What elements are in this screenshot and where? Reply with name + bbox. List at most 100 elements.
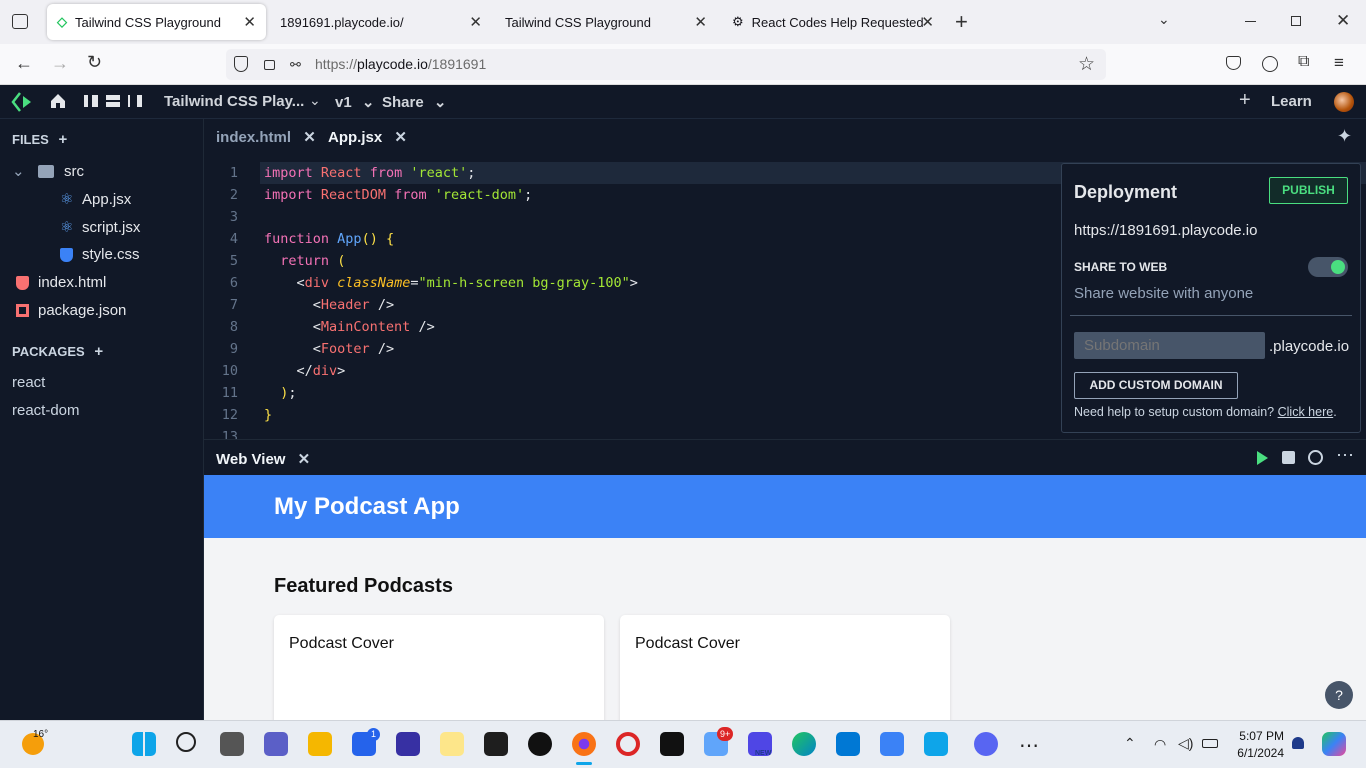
close-tab-icon[interactable]: ✕	[303, 129, 316, 146]
layout-split-icon[interactable]	[128, 95, 142, 107]
wifi-icon[interactable]: ◠	[1154, 736, 1166, 753]
new-tab-icon[interactable]: +	[955, 9, 968, 35]
affinity-icon[interactable]	[396, 732, 420, 756]
close-tab-icon[interactable]: ✕	[243, 13, 256, 31]
code-line[interactable]: return (	[264, 253, 345, 269]
avatar[interactable]	[1334, 92, 1354, 112]
close-tab-icon[interactable]: ✕	[298, 451, 311, 468]
close-window-icon[interactable]: ✕	[1336, 11, 1350, 31]
browser-tab-1[interactable]: ◇ Tailwind CSS Playground ✕	[47, 4, 266, 40]
forward-arrow-icon[interactable]: →	[51, 53, 69, 74]
help-button[interactable]: ?	[1325, 681, 1353, 709]
browser-tab-4[interactable]: ⚙ React Codes Help Requested ✕	[722, 4, 944, 40]
ai-sparkle-icon[interactable]: ✦	[1337, 126, 1352, 147]
podcast-card[interactable]: Podcast Cover	[274, 615, 604, 720]
package-item[interactable]: react	[12, 374, 45, 391]
copilot-icon[interactable]	[1322, 732, 1346, 756]
playcode-logo-icon[interactable]	[11, 91, 35, 113]
url-bar[interactable]: ⚯ https://playcode.io/1891691 ☆	[226, 49, 1106, 80]
file-explorer-icon[interactable]	[308, 732, 332, 756]
github-icon[interactable]	[528, 732, 552, 756]
version-dropdown[interactable]: v1 ⌄	[335, 93, 374, 111]
menu-hamburger-icon[interactable]: ≡	[1334, 53, 1344, 73]
publish-button[interactable]: PUBLISH	[1269, 177, 1348, 204]
app-icon[interactable]	[660, 732, 684, 756]
share-toggle[interactable]	[1308, 257, 1348, 277]
code-line[interactable]: function App() {	[264, 231, 394, 247]
add-file-icon[interactable]: +	[58, 131, 67, 148]
code-line[interactable]: <Footer />	[264, 341, 394, 357]
file-item-style-css[interactable]: style.css	[60, 246, 140, 263]
code-line[interactable]: </div>	[264, 363, 346, 379]
file-item-script-jsx[interactable]: ⚛ script.jsx	[60, 218, 140, 237]
more-options-icon[interactable]: ⋯	[1336, 445, 1354, 466]
console-icon[interactable]	[1282, 451, 1295, 464]
discord-icon[interactable]	[974, 732, 998, 756]
learn-link[interactable]: Learn	[1271, 93, 1312, 110]
code-line[interactable]: }	[264, 407, 272, 423]
back-arrow-icon[interactable]: ←	[15, 53, 33, 74]
volume-icon[interactable]: ◁)	[1178, 735, 1193, 752]
teams-icon[interactable]	[264, 732, 288, 756]
reload-icon[interactable]: ↻	[87, 52, 102, 73]
close-tab-icon[interactable]: ✕	[394, 129, 407, 146]
add-icon[interactable]: +	[1239, 89, 1251, 112]
photos-icon[interactable]	[924, 732, 948, 756]
file-item-src[interactable]: ⌄ src	[12, 162, 84, 181]
close-tab-icon[interactable]: ✕	[921, 13, 934, 31]
click-here-link[interactable]: Click here	[1278, 405, 1334, 419]
search-icon[interactable]	[176, 732, 196, 752]
podcast-card[interactable]: Podcast Cover	[620, 615, 950, 720]
minimize-window-icon[interactable]	[1245, 21, 1256, 22]
deployment-url[interactable]: https://1891691.playcode.io	[1074, 222, 1257, 239]
editor-tab-app-jsx[interactable]: App.jsx ✕	[328, 128, 407, 146]
bookmark-star-icon[interactable]: ☆	[1078, 53, 1095, 76]
task-view-icon[interactable]	[220, 732, 244, 756]
project-title[interactable]: Tailwind CSS Play...	[164, 93, 304, 110]
code-line[interactable]: <MainContent />	[264, 319, 435, 335]
start-windows-icon[interactable]	[132, 732, 156, 756]
add-custom-domain-button[interactable]: ADD CUSTOM DOMAIN	[1074, 372, 1238, 399]
subdomain-input[interactable]	[1074, 332, 1265, 359]
home-icon[interactable]	[50, 93, 66, 109]
bitcoin-app-icon[interactable]	[440, 732, 464, 756]
share-dropdown[interactable]: Share ⌄	[382, 93, 446, 111]
layout-columns-icon[interactable]	[84, 95, 98, 107]
close-tab-icon[interactable]: ✕	[694, 13, 707, 31]
notepad-icon[interactable]	[880, 732, 904, 756]
play-icon[interactable]	[1257, 451, 1268, 465]
list-tabs-chevron-icon[interactable]: ⌄	[1158, 11, 1170, 28]
clock-time[interactable]: 5:07 PM	[1238, 729, 1284, 743]
code-line[interactable]: );	[264, 385, 296, 401]
notification-bell-icon[interactable]	[1292, 737, 1304, 749]
restore-window-icon[interactable]	[1291, 16, 1301, 26]
code-line[interactable]: <div className="min-h-screen bg-gray-100…	[264, 275, 638, 291]
add-package-icon[interactable]: +	[94, 343, 103, 360]
package-item[interactable]: react-dom	[12, 402, 80, 419]
chevron-down-icon[interactable]: ⌄	[309, 92, 321, 109]
account-icon[interactable]	[1262, 56, 1278, 72]
tray-chevron-up-icon[interactable]: ⌃	[1124, 735, 1136, 752]
browser-tab-3[interactable]: Tailwind CSS Playground ✕	[495, 4, 717, 40]
web-view-tab[interactable]: Web View ✕	[216, 450, 310, 468]
layout-rows-icon[interactable]	[106, 95, 120, 107]
code-line[interactable]: <Header />	[264, 297, 394, 313]
figma-icon[interactable]	[484, 732, 508, 756]
firefox-icon[interactable]	[572, 732, 596, 756]
file-item-app-jsx[interactable]: ⚛ App.jsx	[60, 190, 131, 209]
editor-tab-index-html[interactable]: index.html ✕	[216, 128, 316, 146]
edge-icon[interactable]	[792, 732, 816, 756]
opera-icon[interactable]	[616, 732, 640, 756]
file-item-package-json[interactable]: package.json	[16, 302, 126, 319]
vscode-icon[interactable]	[836, 732, 860, 756]
code-line[interactable]: import React from 'react';	[264, 165, 475, 181]
battery-icon[interactable]	[1202, 739, 1218, 748]
pocket-icon[interactable]	[1226, 56, 1241, 70]
tab-overview-icon[interactable]	[12, 14, 28, 29]
code-line[interactable]: import ReactDOM from 'react-dom';	[264, 187, 532, 203]
url-text[interactable]: https://playcode.io/1891691	[315, 56, 486, 72]
more-apps-icon[interactable]: ⋯	[1019, 733, 1039, 758]
clock-date[interactable]: 6/1/2024	[1228, 746, 1284, 760]
browser-tab-2[interactable]: 1891691.playcode.io/ ✕	[270, 4, 492, 40]
globe-icon[interactable]	[1308, 450, 1323, 465]
